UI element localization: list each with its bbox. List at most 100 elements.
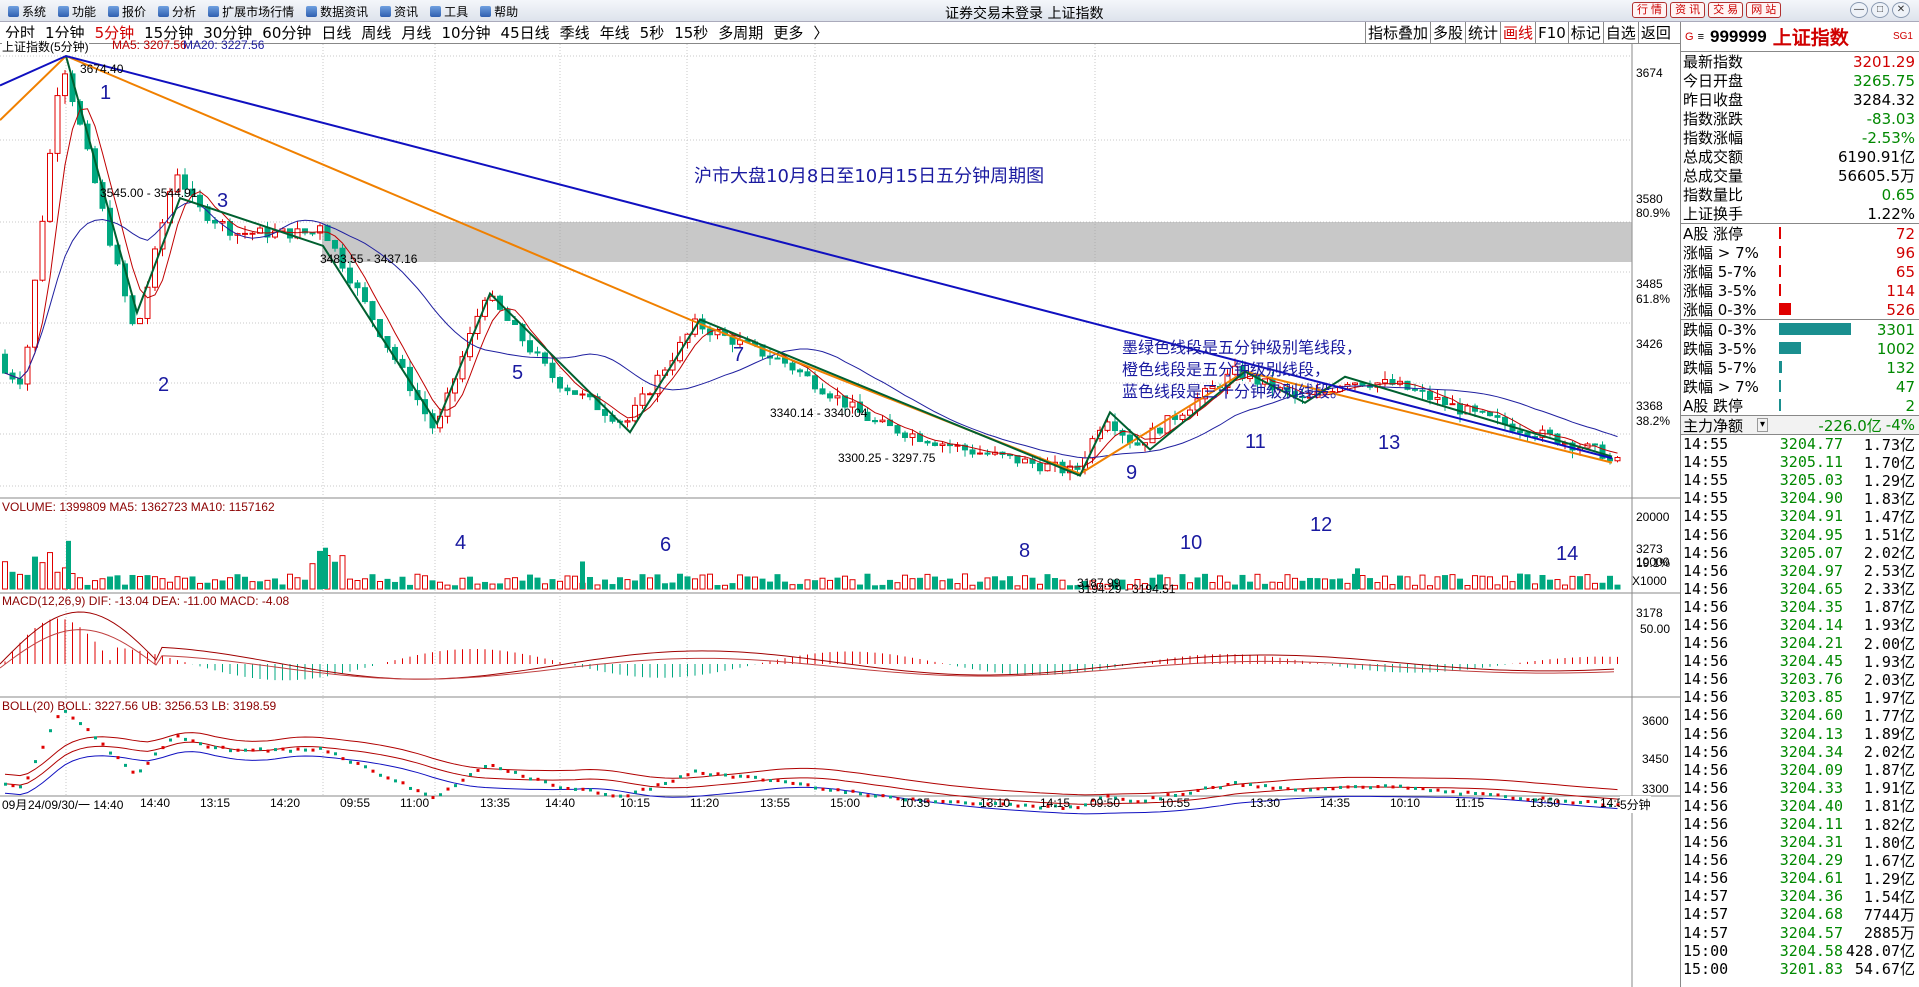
menu-item-4[interactable]: 扩展市场行情 [204,3,302,19]
menu-item-6[interactable]: 资讯 [376,3,426,19]
volume-bar [759,578,766,590]
candle-body [1419,389,1426,392]
quick-button-0[interactable]: 行 情 [1632,2,1668,18]
tab-7[interactable]: 周线 [356,22,396,43]
boll-dot [334,752,337,756]
candle-body [632,404,638,422]
tick-time: 14:56 [1683,778,1729,797]
breadth-down: 跌幅 0-3% 3301 跌幅 3-5% 1002 跌幅 5-7% 132 跌幅 > 7% 4… [1681,319,1919,415]
boll-dot [1256,785,1260,789]
quick-button-3[interactable]: 网 站 [1746,2,1782,18]
candle-body [1434,396,1441,400]
tab-15[interactable]: 多周期 [713,22,768,43]
boll-dot [851,789,855,793]
tool-7[interactable]: 返回 [1637,22,1673,44]
tool-1[interactable]: 多股 [1430,22,1465,44]
tick-row: 14:55 3204.77 1.73亿 [1681,435,1919,454]
stroke-number-12: 12 [1310,514,1333,536]
menu-item-7[interactable]: 工具 [426,3,476,19]
tool-3[interactable]: 画线 [1500,22,1535,44]
tab-11[interactable]: 季线 [555,22,595,43]
legend-line: 蓝色线段是三十分钟级别线段。 [1122,382,1347,401]
candle-body [32,279,38,348]
y-axis-label: 3580 [1636,192,1663,206]
tab-5[interactable]: 60分钟 [257,22,316,43]
volume-bar [1434,576,1441,590]
quote-badge: SG1 [1892,31,1913,42]
volume-bar [722,584,728,590]
volume-bar [1029,577,1036,590]
boll-dot [341,757,345,761]
tick-time: 14:56 [1683,579,1729,598]
boll-dot [1346,785,1350,789]
quick-button-2[interactable]: 交 易 [1708,2,1744,18]
tab-13[interactable]: 5秒 [635,22,670,43]
boll-dot [544,780,547,784]
tick-price: 3201.83 [1779,959,1843,978]
menu-item-0[interactable]: 系统 [4,3,54,19]
minimize-icon[interactable]: — [1850,2,1868,18]
menu-item-label: 帮助 [494,4,519,19]
tab-9[interactable]: 10分钟 [436,22,495,43]
price-label: 3300.25 - 3297.75 [838,451,936,465]
tick-price: 3204.35 [1779,597,1843,616]
breadth-label: 涨幅 0-3% [1683,301,1757,319]
boll-dot [1511,796,1515,800]
tool-6[interactable]: 自选 [1602,22,1638,44]
volume-bar [1412,584,1418,590]
tab-8[interactable]: 月线 [396,22,436,43]
menu-item-5[interactable]: 数据资讯 [302,3,376,19]
stroke-number-11: 11 [1245,431,1266,453]
tab-12[interactable]: 年线 [595,22,635,43]
boll-dot [469,773,472,777]
volume-bar [77,577,83,590]
annotation-title: 沪市大盘10月8日至10月15日五分钟周期图 [694,166,1045,187]
volume-spike [66,540,71,589]
volume-y-label: 10000 [1636,555,1670,569]
tab-10[interactable]: 45日线 [496,22,555,43]
tool-0[interactable]: 指标叠加 [1365,22,1430,44]
tool-5[interactable]: 标记 [1567,22,1603,44]
menu-item-8[interactable]: 帮助 [476,3,526,19]
boll-dot [86,728,90,732]
tick-row: 14:56 3204.09 1.87亿 [1681,761,1919,780]
quote-menu-icon[interactable]: ≡ [1698,31,1704,43]
price-label: 3340.14 - 3340.04 [770,406,868,420]
tool-2[interactable]: 统计 [1465,22,1500,44]
tab-14[interactable]: 15秒 [669,22,713,43]
boll-dot [506,769,510,773]
volume-bar [572,575,578,590]
candle-body [624,420,631,423]
candle-body [242,232,248,235]
quick-button-1[interactable]: 资 讯 [1670,2,1706,18]
tick-list[interactable]: 14:55 3204.77 1.73亿 14:55 3205.11 1.70亿 14:55 3… [1681,434,1919,978]
volume-bar [1382,575,1388,590]
volume-bar [444,584,451,590]
boll-dot [596,791,600,795]
candle-body [1022,458,1028,464]
volume-bar [1059,579,1066,590]
menu-item-2[interactable]: 报价 [104,3,154,19]
volume-bar [317,550,323,590]
volume-bar [969,584,976,590]
tool-4[interactable]: F10 [1535,22,1568,44]
volume-bar [1494,584,1501,590]
boll-dot [739,774,742,778]
tick-time: 14:55 [1683,489,1729,508]
chart-area[interactable]: 上证指数(5分钟) MA5: 3207.56 MA20: 3227.56 沪市大盘10… [0,38,1680,987]
tab-17[interactable]: 〉 [808,22,833,43]
tab-6[interactable]: 日线 [316,22,356,43]
dif-line [0,611,1615,680]
boll-dot [964,801,967,805]
close-icon[interactable]: ✕ [1892,2,1910,18]
quote-row-label: 最新指数 [1683,53,1744,71]
menu-item-1[interactable]: 功能 [54,3,104,19]
net-flow-dropdown-icon[interactable]: ▾ [1757,418,1769,432]
menu-item-3[interactable]: 分析 [154,3,204,19]
tick-price: 3204.95 [1779,525,1843,544]
volume-bar [782,581,788,590]
breadth-label: 跌幅 3-5% [1683,340,1757,358]
maximize-icon[interactable]: □ [1871,2,1889,18]
candle-body [1547,429,1553,435]
tab-16[interactable]: 更多 [768,22,808,43]
